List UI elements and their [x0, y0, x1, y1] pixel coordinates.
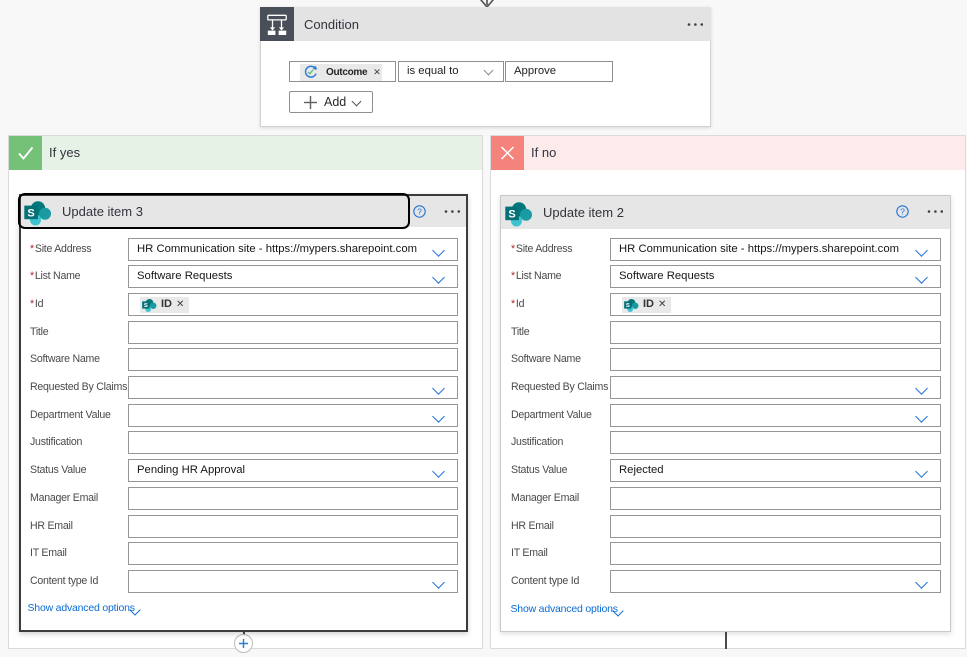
svg-text:?: ?	[900, 207, 905, 217]
svg-text:S: S	[27, 207, 34, 219]
svg-text:S: S	[508, 208, 515, 220]
svg-text:?: ?	[417, 207, 422, 217]
svg-text:S: S	[626, 304, 630, 310]
svg-text:S: S	[144, 304, 148, 310]
